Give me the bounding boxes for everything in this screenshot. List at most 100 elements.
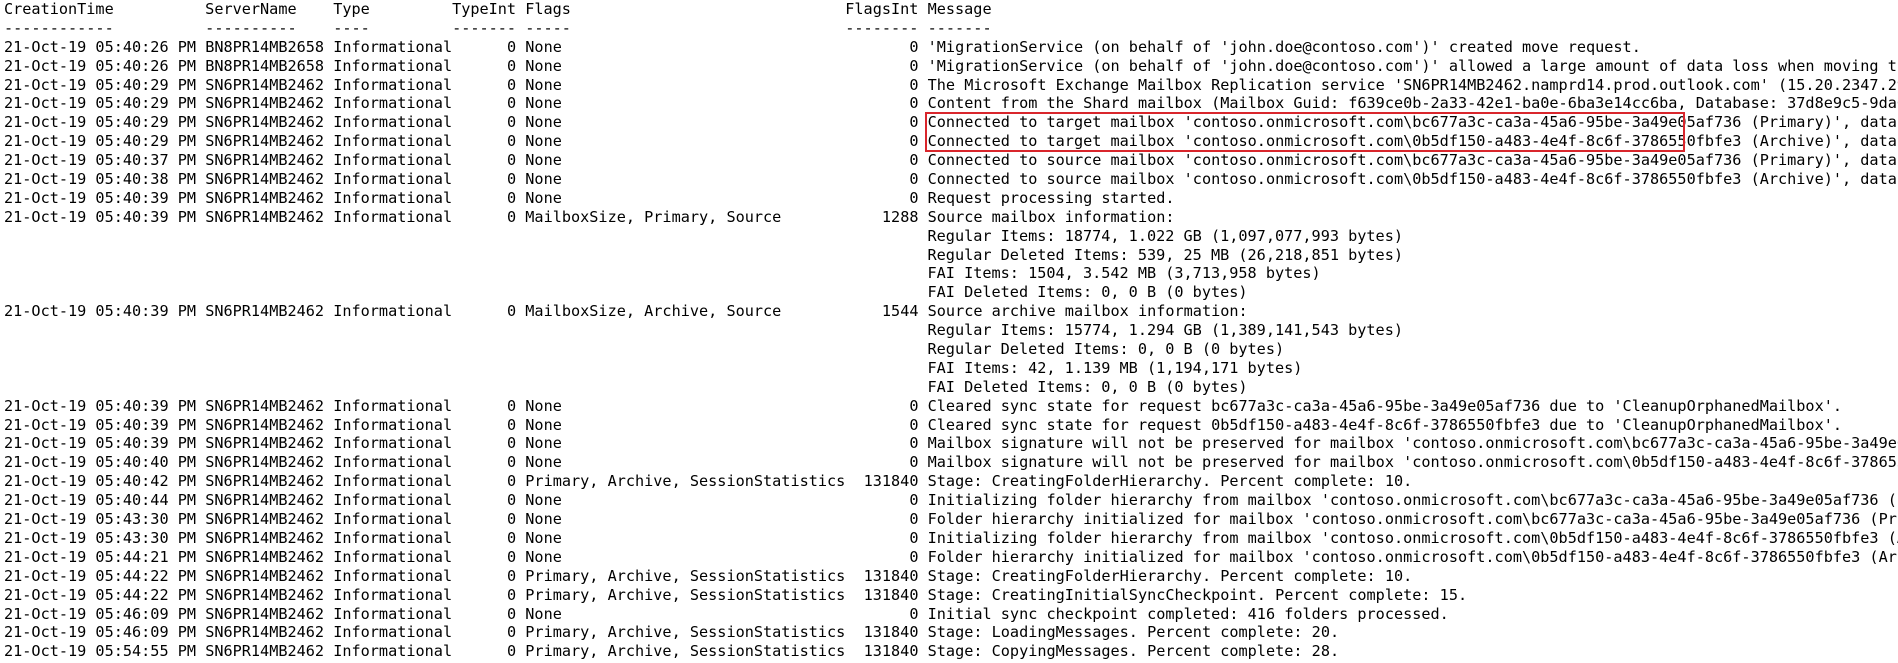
creation-time-cell: 21-Oct-19 05:40:38 PM bbox=[4, 170, 197, 189]
log-row-continuation: FAI Items: 1504, 3.542 MB (3,713,958 byt… bbox=[4, 264, 1898, 283]
message-cell: Connected to source mailbox 'contoso.onm… bbox=[927, 170, 1898, 189]
server-name-cell: SN6PR14MB2462 bbox=[205, 113, 325, 132]
message-continuation: Regular Items: 15774, 1.294 GB (1,389,14… bbox=[927, 321, 1403, 340]
typeint-cell: 0 bbox=[506, 604, 517, 623]
message-continuation: Regular Deleted Items: 0, 0 B (0 bytes) bbox=[927, 340, 1285, 359]
flags-cell: None bbox=[525, 113, 562, 132]
creation-time-cell: 21-Oct-19 05:46:09 PM bbox=[4, 604, 197, 623]
type-cell: Informational bbox=[333, 604, 453, 623]
flagsint-cell: 0 bbox=[909, 453, 919, 472]
message-cell: Mailbox signature will not be preserved … bbox=[927, 434, 1898, 453]
flags-cell: Primary, Archive, SessionStatistics bbox=[525, 642, 846, 661]
server-name-cell: SN6PR14MB2462 bbox=[205, 453, 325, 472]
typeint-cell: 0 bbox=[506, 207, 517, 226]
typeint-cell: 0 bbox=[506, 113, 517, 132]
creation-time-cell: 21-Oct-19 05:40:39 PM bbox=[4, 415, 197, 434]
typeint-cell: 0 bbox=[506, 585, 517, 604]
flags-cell: Primary, Archive, SessionStatistics bbox=[525, 623, 846, 642]
typeint-cell: 0 bbox=[506, 434, 517, 453]
creation-time-cell: 21-Oct-19 05:40:29 PM bbox=[4, 132, 197, 151]
column-header: ------- bbox=[927, 18, 992, 37]
type-cell: Informational bbox=[333, 151, 453, 170]
log-row: 21-Oct-19 05:40:38 PM SN6PR14MB2462 Info… bbox=[4, 170, 1898, 189]
typeint-cell: 0 bbox=[506, 491, 517, 510]
typeint-cell: 0 bbox=[506, 56, 517, 75]
server-name-cell: SN6PR14MB2462 bbox=[205, 528, 325, 547]
flagsint-cell: 0 bbox=[909, 604, 919, 623]
log-row-continuation: FAI Deleted Items: 0, 0 B (0 bytes) bbox=[4, 378, 1898, 397]
typeint-cell: 0 bbox=[506, 623, 517, 642]
flagsint-cell: 0 bbox=[909, 94, 919, 113]
flagsint-cell: 0 bbox=[909, 510, 919, 529]
server-name-cell: SN6PR14MB2462 bbox=[205, 642, 325, 661]
type-cell: Informational bbox=[333, 132, 453, 151]
flags-cell: None bbox=[525, 94, 562, 113]
console-output: CreationTime ServerName Type TypeInt Fla… bbox=[4, 0, 1898, 663]
message-cell: Initial sync checkpoint completed: 416 f… bbox=[927, 604, 1449, 623]
type-cell: Informational bbox=[333, 472, 453, 491]
flags-cell: None bbox=[525, 547, 562, 566]
log-row: 21-Oct-19 05:44:21 PM SN6PR14MB2462 Info… bbox=[4, 548, 1898, 567]
flagsint-cell: 0 bbox=[909, 56, 919, 75]
message-cell: Source mailbox information: bbox=[927, 207, 1175, 226]
flags-cell: None bbox=[525, 75, 562, 94]
flags-cell: None bbox=[525, 151, 562, 170]
message-continuation: Regular Deleted Items: 539, 25 MB (26,21… bbox=[927, 245, 1403, 264]
creation-time-cell: 21-Oct-19 05:40:39 PM bbox=[4, 434, 197, 453]
server-name-cell: SN6PR14MB2462 bbox=[205, 94, 325, 113]
server-name-cell: SN6PR14MB2462 bbox=[205, 510, 325, 529]
server-name-cell: SN6PR14MB2462 bbox=[205, 75, 325, 94]
type-cell: Informational bbox=[333, 302, 453, 321]
message-cell: Connected to target mailbox 'contoso.onm… bbox=[927, 132, 1898, 151]
log-row: 21-Oct-19 05:40:37 PM SN6PR14MB2462 Info… bbox=[4, 151, 1898, 170]
log-row-continuation: Regular Deleted Items: 539, 25 MB (26,21… bbox=[4, 246, 1898, 265]
creation-time-cell: 21-Oct-19 05:44:21 PM bbox=[4, 547, 197, 566]
header-row: CreationTime ServerName Type TypeInt Fla… bbox=[4, 0, 1898, 19]
type-cell: Informational bbox=[333, 56, 453, 75]
flags-cell: Primary, Archive, SessionStatistics bbox=[525, 472, 846, 491]
flagsint-cell: 0 bbox=[909, 547, 919, 566]
typeint-cell: 0 bbox=[506, 170, 517, 189]
flags-cell: MailboxSize, Archive, Source bbox=[525, 302, 782, 321]
server-name-cell: SN6PR14MB2462 bbox=[205, 472, 325, 491]
log-row: 21-Oct-19 05:40:44 PM SN6PR14MB2462 Info… bbox=[4, 491, 1898, 510]
log-row: 21-Oct-19 05:40:39 PM SN6PR14MB2462 Info… bbox=[4, 416, 1898, 435]
flags-cell: None bbox=[525, 434, 562, 453]
log-row: 21-Oct-19 05:46:09 PM SN6PR14MB2462 Info… bbox=[4, 623, 1898, 642]
log-row: 21-Oct-19 05:40:39 PM SN6PR14MB2462 Info… bbox=[4, 189, 1898, 208]
server-name-cell: SN6PR14MB2462 bbox=[205, 623, 325, 642]
message-cell: Source archive mailbox information: bbox=[927, 302, 1248, 321]
type-cell: Informational bbox=[333, 94, 453, 113]
type-cell: Informational bbox=[333, 37, 453, 56]
message-cell: Request processing started. bbox=[927, 188, 1175, 207]
server-name-cell: SN6PR14MB2462 bbox=[205, 434, 325, 453]
message-cell: Stage: LoadingMessages. Percent complete… bbox=[927, 623, 1340, 642]
message-cell: Mailbox signature will not be preserved … bbox=[927, 453, 1898, 472]
message-continuation: FAI Items: 1504, 3.542 MB (3,713,958 byt… bbox=[927, 264, 1321, 283]
log-row: 21-Oct-19 05:40:39 PM SN6PR14MB2462 Info… bbox=[4, 434, 1898, 453]
typeint-cell: 0 bbox=[506, 528, 517, 547]
type-cell: Informational bbox=[333, 642, 453, 661]
flagsint-cell: 0 bbox=[909, 170, 919, 189]
type-cell: Informational bbox=[333, 415, 453, 434]
server-name-cell: SN6PR14MB2462 bbox=[205, 566, 325, 585]
column-header: ----- bbox=[525, 18, 571, 37]
creation-time-cell: 21-Oct-19 05:40:26 PM bbox=[4, 56, 197, 75]
message-continuation: FAI Items: 42, 1.139 MB (1,194,171 bytes… bbox=[927, 358, 1303, 377]
type-cell: Informational bbox=[333, 396, 453, 415]
log-row: 21-Oct-19 05:40:29 PM SN6PR14MB2462 Info… bbox=[4, 132, 1898, 151]
flagsint-cell: 131840 bbox=[863, 642, 919, 661]
server-name-cell: SN6PR14MB2462 bbox=[205, 207, 325, 226]
log-row: 21-Oct-19 05:40:26 PM BN8PR14MB2658 Info… bbox=[4, 38, 1898, 57]
message-cell: Initializing folder hierarchy from mailb… bbox=[927, 491, 1898, 510]
log-row-continuation: FAI Deleted Items: 0, 0 B (0 bytes) bbox=[4, 283, 1898, 302]
creation-time-cell: 21-Oct-19 05:40:42 PM bbox=[4, 472, 197, 491]
message-cell: Stage: CopyingMessages. Percent complete… bbox=[927, 642, 1340, 661]
typeint-cell: 0 bbox=[506, 510, 517, 529]
creation-time-cell: 21-Oct-19 05:43:30 PM bbox=[4, 510, 197, 529]
column-header: Message bbox=[927, 0, 992, 18]
column-header: ServerName bbox=[205, 0, 297, 18]
server-name-cell: SN6PR14MB2462 bbox=[205, 188, 325, 207]
column-header: ---- bbox=[333, 18, 370, 37]
typeint-cell: 0 bbox=[506, 642, 517, 661]
